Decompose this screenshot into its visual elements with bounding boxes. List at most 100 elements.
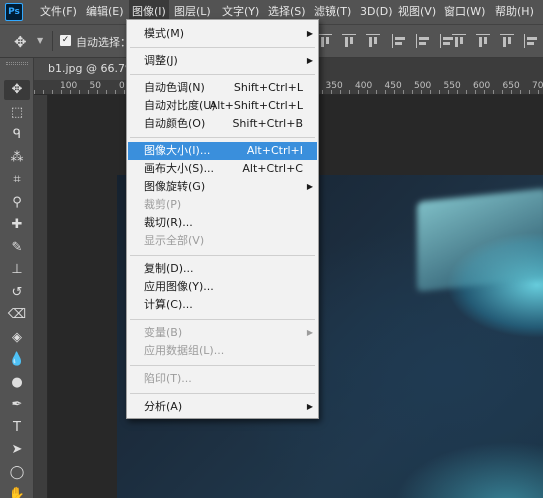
align-bottom-icon[interactable]: [366, 34, 380, 48]
menu-separator: [130, 319, 315, 320]
menu-separator: [130, 255, 315, 256]
submenu-arrow-icon: ▶: [306, 56, 313, 65]
menu-item[interactable]: 帮助(H): [492, 0, 537, 24]
menu-item-label: 裁切(R)...: [144, 216, 193, 229]
image-menu-item[interactable]: 计算(C)...: [128, 296, 317, 314]
clone-stamp-tool-icon[interactable]: ⊥: [4, 260, 30, 280]
menu-item-label: 复制(D)...: [144, 262, 194, 275]
brush-tool-icon[interactable]: ✎: [4, 238, 30, 258]
menu-item-label: 模式(M): [144, 27, 185, 40]
image-menu-item[interactable]: 自动色调(N) Shift+Ctrl+L: [128, 79, 317, 97]
menu-item-label: 陷印(T)...: [144, 372, 192, 385]
blur-tool-icon[interactable]: 💧: [4, 350, 30, 370]
ruler-label: 350: [325, 81, 343, 91]
pen-tool-icon[interactable]: ✒: [4, 395, 30, 415]
image-menu-item: 裁剪(P): [128, 196, 317, 214]
magic-wand-tool-icon[interactable]: ⁂: [4, 148, 30, 168]
menu-item-label: 自动颜色(O): [144, 117, 206, 130]
menu-item[interactable]: 窗口(W): [441, 0, 488, 24]
image-menu-item[interactable]: 模式(M) ▶: [128, 25, 317, 43]
auto-select-checkbox[interactable]: ✓: [60, 35, 71, 46]
menu-item-label: 应用数据组(L)...: [144, 344, 225, 357]
image-menu-item[interactable]: 分析(A) ▶: [128, 398, 317, 416]
distribute-top-icon[interactable]: [452, 34, 466, 48]
menu-item-label: 自动对比度(U): [144, 99, 216, 112]
align-vcenter-icon[interactable]: [342, 34, 356, 48]
dodge-tool-icon[interactable]: ●: [4, 373, 30, 393]
distribute-vcenter-icon[interactable]: [476, 34, 490, 48]
image-menu-item[interactable]: 裁切(R)...: [128, 214, 317, 232]
menu-item-shortcut: Alt+Shift+Ctrl+L: [209, 99, 303, 112]
healing-brush-tool-icon[interactable]: ✚: [4, 215, 30, 235]
menu-item-label: 分析(A): [144, 400, 183, 413]
image-menu-dropdown: 模式(M) ▶ 调整(J) ▶ 自动色调(N) Shift+Ctrl+L 自动对比度(U) A…: [126, 19, 319, 419]
menu-item-label: 计算(C)...: [144, 298, 193, 311]
distribute-left-icon[interactable]: [524, 34, 538, 48]
ruler-label: 500: [414, 81, 432, 91]
menu-item[interactable]: 3D(D): [357, 0, 396, 24]
ruler-label: 600: [473, 81, 491, 91]
menu-item-label: 变量(B): [144, 326, 183, 339]
history-brush-tool-icon[interactable]: ↺: [4, 283, 30, 303]
image-menu-item[interactable]: 调整(J) ▶: [128, 52, 317, 70]
submenu-arrow-icon: ▶: [306, 402, 313, 411]
image-menu-item[interactable]: 画布大小(S)... Alt+Ctrl+C: [128, 160, 317, 178]
distribute-bottom-icon[interactable]: [500, 34, 514, 48]
image-highlight: [417, 188, 543, 292]
image-menu-item[interactable]: 应用图像(Y)...: [128, 278, 317, 296]
image-menu-item: 显示全部(V): [128, 232, 317, 250]
ruler-label: 400: [355, 81, 373, 91]
eraser-tool-icon[interactable]: ⌫: [4, 305, 30, 325]
menu-item-label: 显示全部(V): [144, 234, 205, 247]
image-menu-item[interactable]: 自动对比度(U) Alt+Shift+Ctrl+L: [128, 97, 317, 115]
image-menu-item[interactable]: 自动颜色(O) Shift+Ctrl+B: [128, 115, 317, 133]
chevron-down-icon[interactable]: ▼: [37, 36, 43, 45]
toolbar-grip[interactable]: [6, 62, 28, 65]
menu-item[interactable]: 编辑(E): [83, 0, 127, 24]
menu-item-label: 应用图像(Y)...: [144, 280, 214, 293]
ruler-label: 0: [119, 81, 125, 91]
ruler-label: 550: [443, 81, 461, 91]
image-menu-item[interactable]: 图像大小(I)... Alt+Ctrl+I: [128, 142, 317, 160]
ruler-label: 50: [89, 81, 101, 91]
document-tab[interactable]: b1.jpg @ 66.7%(R: [34, 58, 126, 80]
ruler-label: 450: [384, 81, 402, 91]
menu-item-shortcut: Shift+Ctrl+L: [233, 81, 303, 94]
ruler-label: 650: [502, 81, 520, 91]
align-left-icon[interactable]: [392, 34, 406, 48]
marquee-tool-icon[interactable]: ⬚: [4, 103, 30, 123]
ruler-label: 700: [532, 81, 543, 91]
menu-item-shortcut: Shift+Ctrl+B: [232, 117, 303, 130]
menu-item-label: 画布大小(S)...: [144, 162, 215, 175]
menu-item-shortcut: Alt+Ctrl+I: [246, 144, 303, 157]
image-menu-item[interactable]: 复制(D)...: [128, 260, 317, 278]
path-selection-tool-icon[interactable]: ➤: [4, 440, 30, 460]
hand-tool-icon[interactable]: ✋: [4, 485, 30, 498]
menu-separator: [130, 365, 315, 366]
menu-separator: [130, 393, 315, 394]
photoshop-logo-icon: Ps: [5, 3, 23, 21]
submenu-arrow-icon: ▶: [306, 29, 313, 38]
menu-item[interactable]: 视图(V): [395, 0, 439, 24]
menu-separator: [130, 74, 315, 75]
move-tool-preset-icon[interactable]: ✥: [14, 33, 27, 51]
align-top-icon[interactable]: [318, 34, 332, 48]
menu-separator: [130, 47, 315, 48]
align-hcenter-icon[interactable]: [416, 34, 430, 48]
menu-item-label: 裁剪(P): [144, 198, 182, 211]
vertical-ruler[interactable]: [34, 95, 48, 498]
divider: [52, 31, 53, 51]
ellipse-tool-icon[interactable]: ◯: [4, 463, 30, 483]
menu-item[interactable]: 文件(F): [37, 0, 80, 24]
menu-item-shortcut: Alt+Ctrl+C: [242, 162, 303, 175]
crop-tool-icon[interactable]: ⌗: [4, 170, 30, 190]
image-menu-item[interactable]: 图像旋转(G) ▶: [128, 178, 317, 196]
paint-bucket-tool-icon[interactable]: ◈: [4, 328, 30, 348]
type-tool-icon[interactable]: T: [4, 418, 30, 438]
auto-select-label: 自动选择：: [76, 36, 131, 49]
menu-item-label: 自动色调(N): [144, 81, 205, 94]
move-tool-icon[interactable]: ✥: [4, 80, 30, 100]
eyedropper-tool-icon[interactable]: ⚲: [4, 193, 30, 213]
submenu-arrow-icon: ▶: [306, 328, 313, 337]
lasso-tool-icon[interactable]: ᑫ: [4, 125, 30, 145]
